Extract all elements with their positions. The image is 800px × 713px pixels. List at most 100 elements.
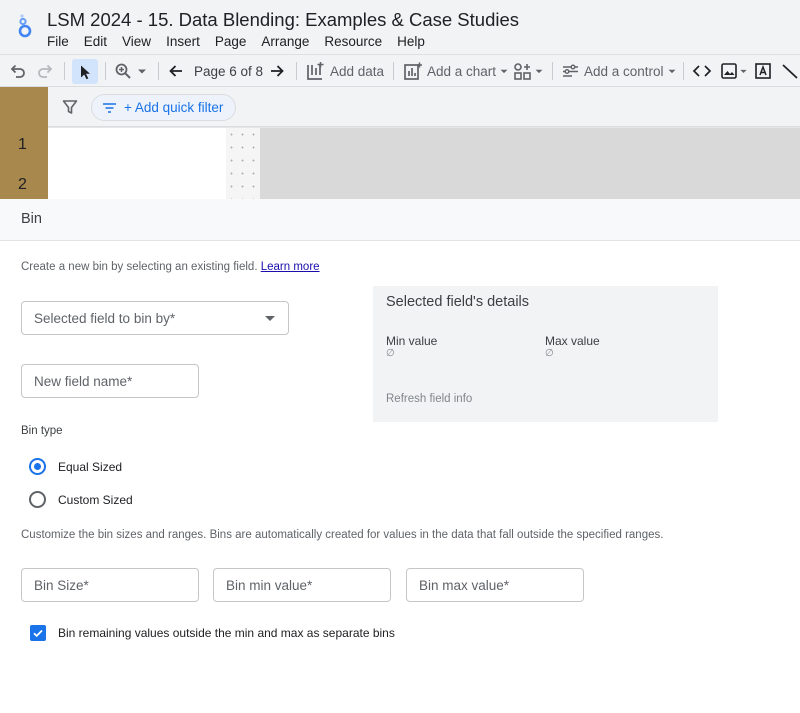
zoom-button[interactable] <box>114 55 149 87</box>
learn-more-link[interactable]: Learn more <box>261 261 320 273</box>
dropdown-arrow-icon <box>138 69 146 74</box>
menu-bar: File Edit View Insert Page Arrange Resou… <box>47 34 440 49</box>
line-tool-button[interactable] <box>781 55 799 87</box>
new-field-name-input[interactable] <box>22 365 198 397</box>
add-chart-button[interactable]: Add a chart <box>403 55 510 87</box>
code-brackets-icon <box>692 65 712 77</box>
menu-view[interactable]: View <box>122 34 151 49</box>
min-value: ∅ <box>386 348 395 359</box>
dropdown-arrow-icon <box>535 69 543 74</box>
radio-checked-icon[interactable] <box>29 458 46 475</box>
dropdown-arrow-icon <box>740 69 747 73</box>
undo-button[interactable] <box>9 55 27 87</box>
looker-studio-logo-icon <box>18 14 32 38</box>
add-data-button[interactable]: Add data <box>306 55 384 87</box>
bin-field-select[interactable]: Selected field to bin by* <box>21 301 289 335</box>
select-tool-button[interactable] <box>72 59 98 84</box>
bin-type-label: Bin type <box>21 425 63 437</box>
dropdown-arrow-icon <box>500 69 508 74</box>
bin-remaining-option[interactable]: Bin remaining values outside the min and… <box>30 625 395 641</box>
text-box-icon <box>755 63 771 79</box>
toolbar-divider <box>158 62 159 80</box>
radio-equal-sized[interactable]: Equal Sized <box>29 458 122 475</box>
menu-edit[interactable]: Edit <box>84 34 107 49</box>
embed-url-button[interactable] <box>692 55 712 87</box>
redo-button[interactable] <box>36 55 54 87</box>
toolbar-divider <box>105 62 106 80</box>
add-control-button[interactable]: Add a control <box>561 55 678 87</box>
bin-field-select-text: Selected field to bin by* <box>34 311 176 326</box>
menu-page[interactable]: Page <box>215 34 247 49</box>
toolbar: Page 6 of 8 Add data Add a chart Add a c… <box>0 54 800 87</box>
bin-size-wrapper <box>21 568 199 602</box>
canvas-grid <box>226 128 260 199</box>
toolbar-divider <box>64 62 65 80</box>
radio-equal-sized-label: Equal Sized <box>58 459 123 474</box>
title-bar: LSM 2024 - 15. Data Blending: Examples &… <box>0 0 800 54</box>
toolbar-divider <box>393 62 394 80</box>
menu-file[interactable]: File <box>47 34 69 49</box>
text-box-button[interactable] <box>754 55 772 87</box>
control-sliders-icon <box>563 64 578 77</box>
menu-arrange[interactable]: Arrange <box>261 34 309 49</box>
line-icon <box>782 64 798 79</box>
checkmark-icon <box>33 629 43 638</box>
undo-icon <box>10 64 25 78</box>
panel-header: Bin <box>0 199 800 241</box>
max-value-label: Max value <box>545 334 600 348</box>
menu-help[interactable]: Help <box>397 34 425 49</box>
chevron-down-icon <box>265 316 275 321</box>
bin-description: Customize the bin sizes and ranges. Bins… <box>21 529 664 541</box>
bin-max-wrapper <box>406 568 584 602</box>
previous-page-button[interactable] <box>167 55 185 87</box>
helper-text: Create a new bin by selecting an existin… <box>21 261 320 273</box>
add-component-button[interactable] <box>513 55 545 87</box>
dropdown-arrow-icon <box>668 69 675 74</box>
add-quick-filter-button[interactable]: + Add quick filter <box>91 94 237 121</box>
add-quick-filter-label: + Add quick filter <box>124 100 224 115</box>
next-page-button[interactable] <box>268 55 286 87</box>
add-data-icon <box>307 61 324 80</box>
filter-lines-icon <box>103 102 116 113</box>
canvas-off-page <box>260 128 800 199</box>
radio-custom-sized[interactable]: Custom Sized <box>29 491 133 508</box>
components-icon <box>514 62 531 80</box>
row-number: 2 <box>18 176 27 193</box>
row-gutter: 1 2 <box>0 87 48 199</box>
cursor-arrow-icon <box>81 65 90 79</box>
new-field-name-wrapper <box>21 364 199 398</box>
min-value-label: Min value <box>386 334 438 348</box>
image-icon <box>721 63 737 79</box>
refresh-field-info-button[interactable]: Refresh field info <box>386 393 472 405</box>
bin-max-value-input[interactable] <box>407 569 583 601</box>
image-button[interactable] <box>720 55 749 87</box>
bin-remaining-label: Bin remaining values outside the min and… <box>58 626 395 640</box>
add-chart-icon <box>404 62 422 80</box>
add-control-label: Add a control <box>584 63 664 79</box>
page-indicator[interactable]: Page 6 of 8 <box>194 55 263 87</box>
document-title[interactable]: LSM 2024 - 15. Data Blending: Examples &… <box>47 9 519 31</box>
toolbar-divider <box>296 62 297 80</box>
menu-resource[interactable]: Resource <box>324 34 382 49</box>
arrow-right-icon <box>271 65 284 77</box>
arrow-left-icon <box>169 65 182 77</box>
report-canvas: 1 2 + Add quick filter <box>0 87 800 199</box>
bin-size-input[interactable] <box>22 569 198 601</box>
bin-min-wrapper <box>213 568 391 602</box>
toolbar-divider <box>552 62 553 80</box>
checkbox-checked[interactable] <box>30 625 46 641</box>
row-number: 1 <box>18 136 27 153</box>
redo-icon <box>38 64 53 78</box>
zoom-in-icon <box>115 63 131 79</box>
field-details-title: Selected field's details <box>386 294 530 310</box>
bin-min-value-input[interactable] <box>214 569 390 601</box>
toolbar-divider <box>683 62 684 80</box>
filter-funnel-icon[interactable] <box>62 99 78 115</box>
menu-insert[interactable]: Insert <box>166 34 200 49</box>
add-data-label: Add data <box>330 63 385 79</box>
radio-custom-sized-label: Custom Sized <box>58 492 133 507</box>
panel-title: Bin <box>21 211 42 227</box>
filter-bar: + Add quick filter <box>48 87 800 127</box>
bin-panel: Bin Create a new bin by selecting an exi… <box>0 199 800 713</box>
radio-unchecked-icon[interactable] <box>29 491 46 508</box>
